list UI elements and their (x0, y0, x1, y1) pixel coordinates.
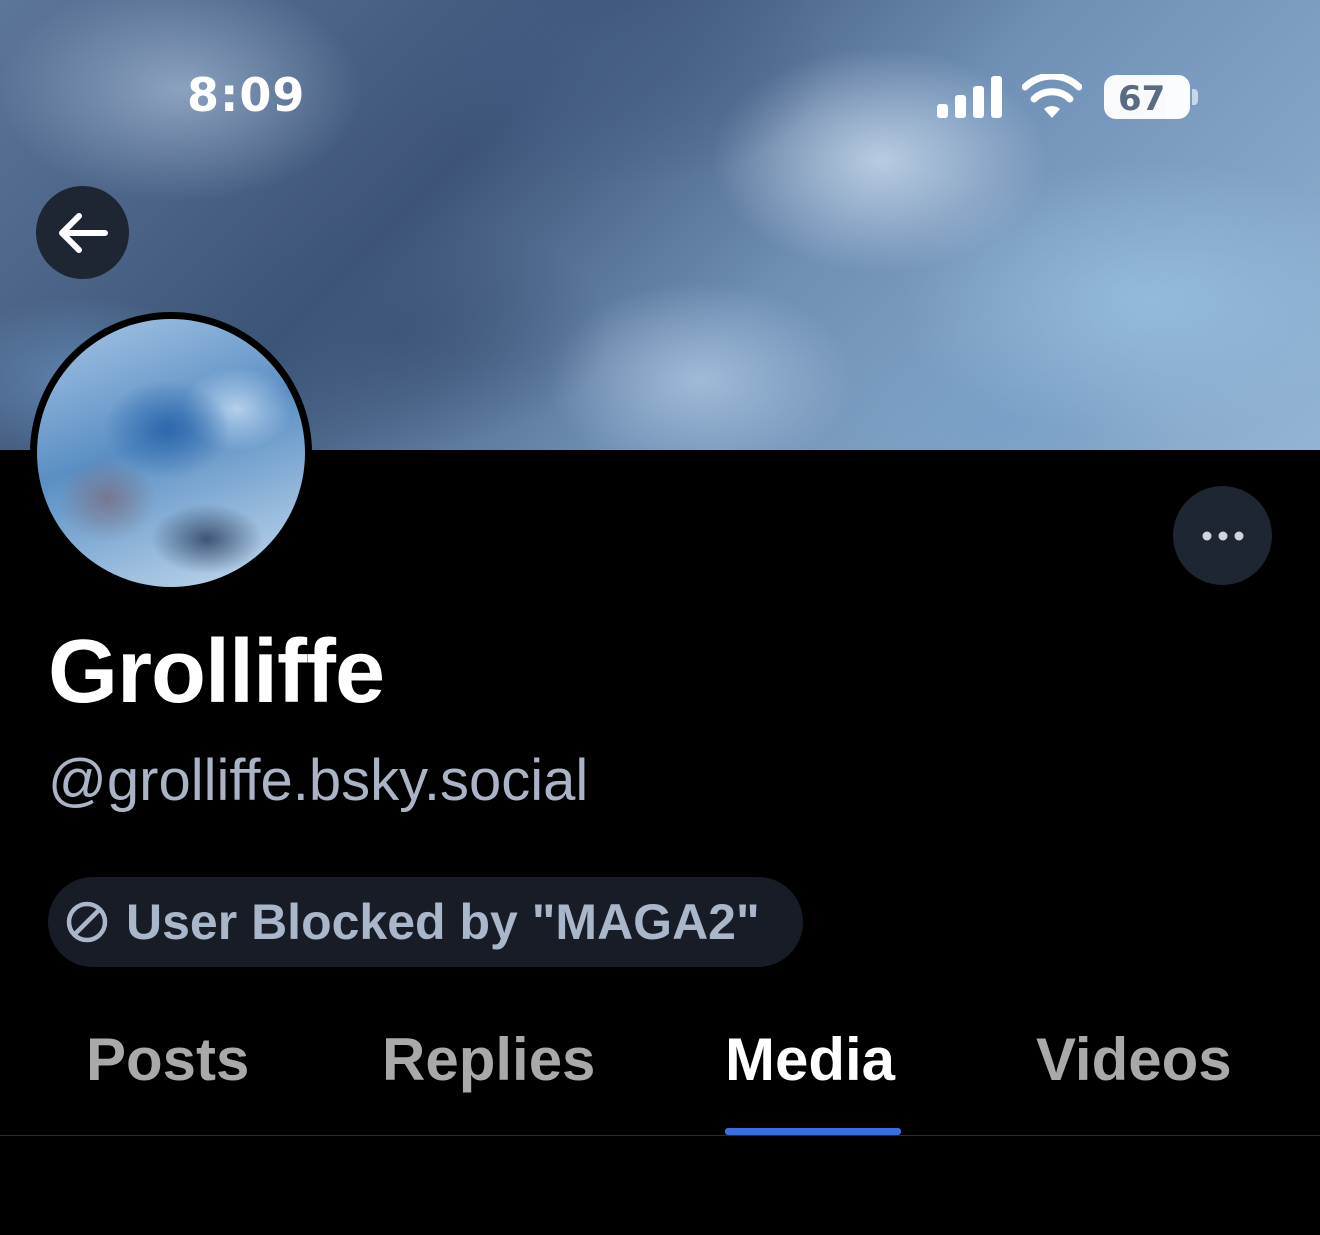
tab-media[interactable]: Media (725, 1022, 895, 1098)
status-bar-time: 8:09 (187, 68, 306, 122)
back-button[interactable] (36, 186, 129, 279)
avatar-image (37, 319, 305, 587)
wifi-icon (1022, 74, 1082, 118)
active-tab-indicator (725, 1128, 901, 1135)
profile-handle: @grolliffe.bsky.social (48, 748, 589, 813)
tab-replies[interactable]: Replies (382, 1022, 595, 1098)
moderation-label-pill[interactable]: User Blocked by "MAGA2" (48, 877, 803, 967)
battery-tip (1192, 89, 1198, 105)
circle-slash-icon (66, 901, 108, 943)
moderation-label-text: User Blocked by "MAGA2" (126, 894, 760, 950)
cellular-signal-icon (937, 76, 1002, 118)
battery-icon: 67 (1104, 75, 1190, 119)
tab-videos[interactable]: Videos (1036, 1022, 1232, 1098)
ellipsis-icon (1202, 531, 1243, 540)
tabs-divider (0, 1135, 1320, 1136)
more-options-button[interactable] (1173, 486, 1272, 585)
battery-level: 67 (1118, 79, 1166, 119)
profile-display-name: Grolliffe (48, 622, 385, 722)
tab-posts[interactable]: Posts (86, 1022, 249, 1098)
avatar[interactable] (30, 312, 312, 594)
arrow-left-icon (58, 212, 108, 253)
profile-tabs: Posts Replies Media Videos (0, 1000, 1320, 1136)
